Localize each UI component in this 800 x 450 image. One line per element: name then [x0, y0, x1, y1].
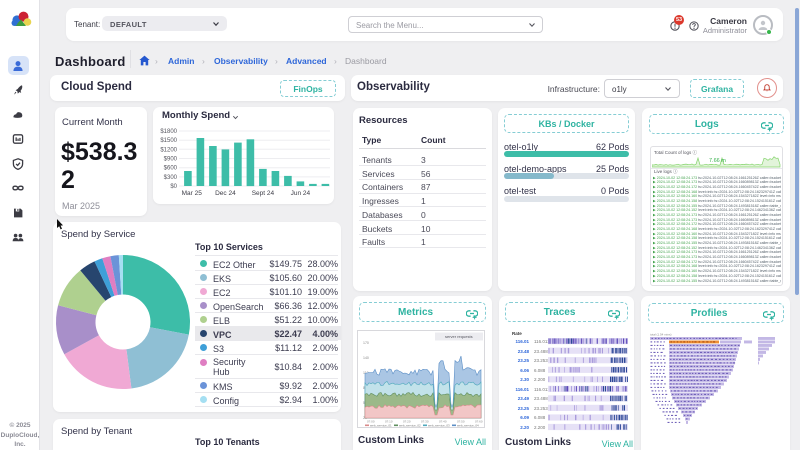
svg-text:$600: $600	[164, 166, 178, 172]
svg-text:web_service_01: web_service_01	[370, 424, 392, 428]
svg-text:Sept 24: Sept 24	[252, 190, 275, 197]
svg-text:$900: $900	[164, 157, 178, 163]
svg-text:$1200: $1200	[160, 147, 177, 153]
svg-text:7.66 m: 7.66 m	[709, 158, 726, 164]
svg-text:$300: $300	[164, 175, 178, 181]
svg-text:Dec 24: Dec 24	[215, 190, 236, 197]
svg-text:web_service_04: web_service_04	[457, 424, 479, 428]
svg-text:web_service_03: web_service_03	[428, 424, 450, 428]
svg-text:$1800: $1800	[160, 129, 177, 135]
svg-text:$1500: $1500	[160, 138, 177, 144]
svg-text:$0: $0	[170, 184, 177, 190]
svg-text:total (1.54 mins): total (1.54 mins)	[650, 333, 672, 337]
svg-text:web_service_02: web_service_02	[399, 424, 421, 428]
svg-text:server requests: server requests	[445, 334, 473, 339]
svg-text:170: 170	[363, 341, 369, 345]
svg-text:Jun 24: Jun 24	[291, 190, 311, 197]
svg-text:Mar 25: Mar 25	[182, 190, 203, 197]
svg-text:140: 140	[363, 356, 369, 360]
